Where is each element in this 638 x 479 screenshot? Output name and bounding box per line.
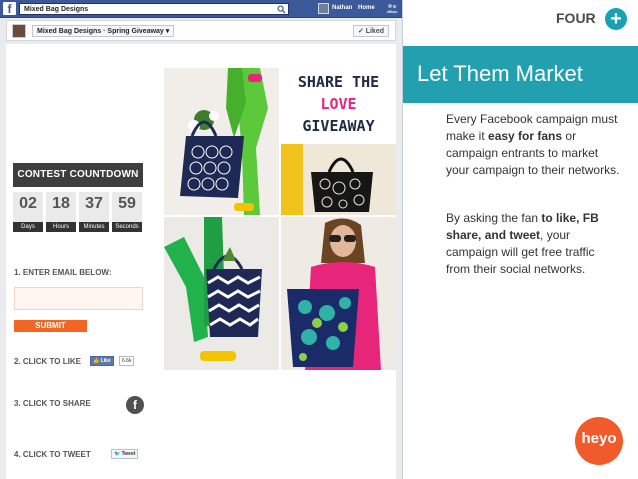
search-value: Mixed Bag Designs xyxy=(24,6,89,13)
countdown-value: 37 xyxy=(85,195,103,212)
step-label: FOUR xyxy=(556,10,596,26)
title-band: Let Them Market xyxy=(403,46,638,103)
countdown-unit: Seconds xyxy=(112,222,142,232)
countdown-minutes: 37 Minutes xyxy=(79,192,109,232)
plus-icon: + xyxy=(605,8,627,30)
paragraph-easy-for-fans: Every Facebook campaign must make it eas… xyxy=(446,111,621,179)
liked-button[interactable]: ✓ Liked xyxy=(352,25,389,37)
photo-floral-bag xyxy=(281,144,396,215)
photo-chevron-bag xyxy=(164,217,279,370)
headline: SHARE THE LOVE GIVEAWAY xyxy=(281,68,396,142)
headline-line-3: GIVEAWAY xyxy=(302,117,375,135)
photo-navy-bag xyxy=(164,68,279,215)
tweet-button[interactable]: 🐦 Tweet xyxy=(111,449,139,459)
paragraph-like-share-tweet: By asking the fan to like, FB share, and… xyxy=(446,210,621,278)
headline-line-2: LOVE xyxy=(320,95,357,113)
friends-icon[interactable] xyxy=(386,3,398,14)
like-count: 6.6k xyxy=(119,356,135,366)
facebook-top-bar: f Mixed Bag Designs Nathan Home xyxy=(0,0,402,18)
step-share: 3. CLICK TO SHARE xyxy=(14,399,91,408)
woman-bag-illustration xyxy=(287,218,381,370)
heyo-logo: heyo xyxy=(575,417,623,465)
step-like: 2. CLICK TO LIKE xyxy=(14,357,81,366)
search-input[interactable]: Mixed Bag Designs xyxy=(19,3,289,15)
floral-bag-illustration xyxy=(281,144,373,215)
countdown-unit: Days xyxy=(13,222,43,232)
facebook-logo[interactable]: f xyxy=(3,2,16,16)
page-thumbnail[interactable] xyxy=(12,24,26,38)
countdown-value: 18 xyxy=(52,195,70,212)
facebook-screenshot: f Mixed Bag Designs Nathan Home Mixed Ba… xyxy=(0,0,403,479)
paragraph-emphasis: easy for fans xyxy=(488,129,563,143)
countdown-title: CONTEST COUNTDOWN xyxy=(13,163,143,187)
countdown-hours: 18 Hours xyxy=(46,192,76,232)
breadcrumb[interactable]: Mixed Bag Designs · Spring Giveaway ▾ xyxy=(32,25,175,37)
submit-button[interactable]: SUBMIT xyxy=(14,320,87,332)
paragraph-text: By asking the fan xyxy=(446,211,542,225)
nav-home-link[interactable]: Home xyxy=(358,4,375,13)
countdown-unit: Minutes xyxy=(79,222,109,232)
countdown-days: 02 Days xyxy=(13,192,43,232)
photo-woman-sunglasses xyxy=(281,217,396,370)
email-field[interactable] xyxy=(14,287,143,310)
slide-title: Let Them Market xyxy=(417,61,583,86)
chevron-bag-illustration xyxy=(164,217,262,361)
avatar[interactable] xyxy=(318,3,329,14)
headline-line-1: SHARE THE xyxy=(297,73,380,91)
countdown-value: 59 xyxy=(118,195,136,212)
product-collage: SHARE THE LOVE GIVEAWAY xyxy=(164,68,396,370)
page-header: Mixed Bag Designs · Spring Giveaway ▾ ✓ … xyxy=(6,20,396,41)
step-enter-email: 1. ENTER EMAIL BELOW: xyxy=(14,268,112,277)
facebook-share-icon[interactable]: f xyxy=(126,396,144,414)
heyo-logo-text: heyo xyxy=(581,430,617,447)
search-icon[interactable] xyxy=(277,5,286,14)
step-tweet: 4. CLICK TO TWEET xyxy=(14,450,91,459)
countdown-value: 02 xyxy=(19,195,37,212)
campaign-canvas: CONTEST COUNTDOWN 02 Days 18 Hours 37 Mi… xyxy=(6,44,396,479)
countdown-seconds: 59 Seconds xyxy=(112,192,142,232)
nav-user-link[interactable]: Nathan xyxy=(332,4,352,13)
like-button[interactable]: 👍 Like xyxy=(90,356,114,366)
countdown-unit: Hours xyxy=(46,222,76,232)
navy-bag-illustration xyxy=(180,68,268,215)
